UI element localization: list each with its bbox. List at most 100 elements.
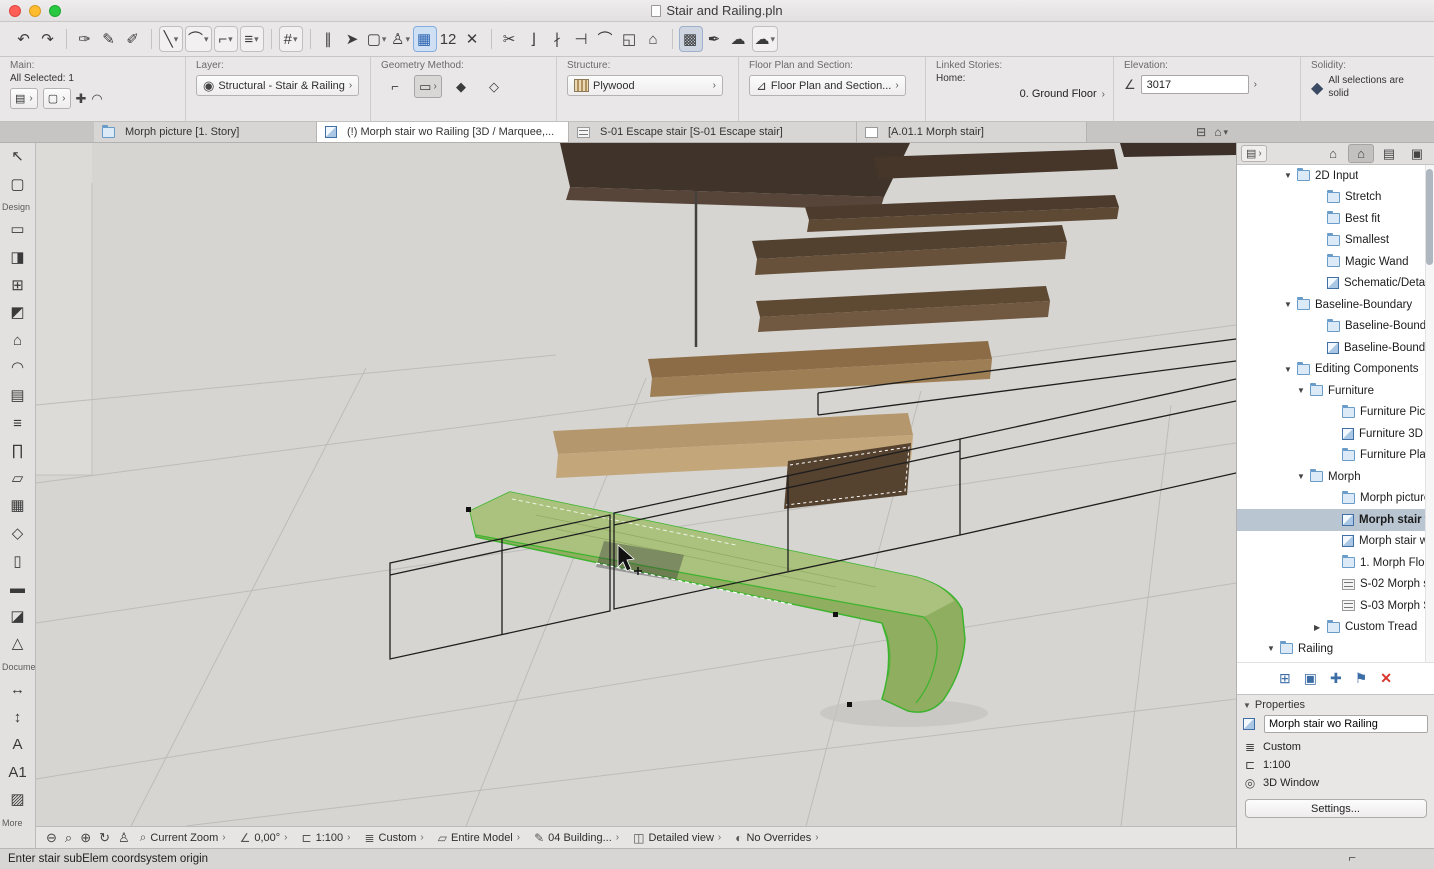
project-map-icon[interactable]: ⌂ (1320, 144, 1346, 163)
navigator-item[interactable]: Baseline-Bounda (1237, 316, 1434, 338)
curtain-wall-tool[interactable]: ▤ (0, 382, 35, 410)
navigator-item[interactable]: Magic Wand (1237, 251, 1434, 273)
layer-combo[interactable]: ◉ Structural - Stair & Railing › (196, 75, 360, 96)
guide-lines-icon[interactable]: ∥ (317, 26, 341, 52)
navigator-item[interactable]: Best fit (1237, 208, 1434, 230)
view-map-icon[interactable]: ⌂ (1348, 144, 1374, 163)
navigator-item[interactable]: Morph picture (1237, 488, 1434, 510)
3d-navigation-combo[interactable]: ♙ ▾ (389, 26, 413, 52)
expand-triangle-icon[interactable]: ▼ (1284, 300, 1297, 309)
split-icon[interactable]: ∤ (546, 26, 570, 52)
object-tool[interactable]: ◪ (0, 603, 35, 631)
navigator-scrollbar[interactable] (1425, 165, 1434, 662)
redo-icon[interactable]: ↷ (36, 26, 60, 52)
expand-triangle-icon[interactable]: ▼ (1297, 386, 1310, 395)
favorites-button[interactable]: ▢ › (42, 88, 71, 109)
wall-tool[interactable]: ▭ (0, 216, 35, 244)
navigator-item[interactable]: Morph stair w (1237, 509, 1434, 531)
status-layer-combination[interactable]: ≣ Custom › (364, 831, 423, 845)
cloud-upload-icon[interactable]: ☁ (727, 26, 751, 52)
zoom-reset-icon[interactable]: ⌕ (65, 830, 72, 846)
shell-tool[interactable]: ◠ (0, 354, 35, 382)
elevation-combo[interactable]: › (1254, 79, 1257, 90)
navigator-item[interactable]: ▶ Custom Tread (1237, 617, 1434, 639)
home-story-combo[interactable]: › (1102, 89, 1105, 100)
column-tool[interactable]: ▯ (0, 547, 35, 575)
cursor-snap-icon[interactable]: ➤ (341, 26, 365, 52)
navigator-item[interactable]: S-03 Morph Si (1237, 595, 1434, 617)
mesh-tool[interactable]: ▦ (0, 492, 35, 520)
curve-segment-combo[interactable]: ⌒ ▾ (185, 26, 212, 52)
skylight-tool[interactable]: ◩ (0, 299, 35, 327)
expand-triangle-icon[interactable]: ▼ (1284, 171, 1297, 180)
structure-combo[interactable]: Plywood › (567, 75, 723, 96)
drag-mode-icon[interactable]: ✚ (76, 91, 87, 107)
expand-triangle-icon[interactable]: ▼ (1297, 472, 1310, 481)
brush-icon[interactable]: ✒ (703, 26, 727, 52)
beam-tool[interactable]: ▬ (0, 575, 35, 603)
navigator-item[interactable]: ▼ Editing Components (1237, 359, 1434, 381)
new-folder-button[interactable]: ⊞ (1279, 670, 1291, 687)
view-tab[interactable]: [A.01.1 Morph stair] (857, 122, 1087, 142)
expand-triangle-icon[interactable]: ▼ (1267, 644, 1280, 653)
zoom-in-icon[interactable]: ⊕ (80, 830, 91, 846)
navigator-item[interactable]: ▼ Morph (1237, 466, 1434, 488)
view-tab[interactable]: Morph picture [1. Story] (94, 122, 317, 142)
status-scale[interactable]: ⊏ 1:100 › (302, 831, 351, 845)
3d-viewport[interactable] (35, 143, 1237, 827)
eyedropper-icon[interactable]: ✎ (97, 26, 121, 52)
clone-folder-button[interactable]: ▣ (1304, 670, 1317, 687)
label-tool[interactable]: A1 (0, 758, 35, 786)
home-navigator-button[interactable]: ⌂ ▾ (1214, 125, 1228, 139)
navigator-options-button[interactable]: ▤ › (1241, 145, 1267, 162)
scissors-icon[interactable]: ✂ (498, 26, 522, 52)
status-pen-set[interactable]: ✎ 04 Building... › (534, 831, 619, 845)
snap-points-combo[interactable]: ▢ ▾ (365, 26, 389, 52)
expand-triangle-icon[interactable]: ▶ (1314, 623, 1327, 632)
navigator-item[interactable]: Furniture 3D (1237, 423, 1434, 445)
zoom-out-icon[interactable]: ⊖ (46, 830, 57, 846)
revolved-method-button[interactable]: ◇ (480, 75, 508, 98)
select-arrow-tool[interactable]: ↖ (0, 143, 35, 171)
tree-view-button[interactable]: ⊟ (1196, 125, 1208, 139)
status-model-view[interactable]: ◫ Detailed view › (633, 831, 721, 845)
editing-plane-icon[interactable]: ▦ (412, 26, 437, 52)
navigator-item[interactable]: Stretch (1237, 187, 1434, 209)
save-view-button[interactable]: ✚ (1330, 670, 1342, 687)
suspend-groups-icon[interactable]: ✕ (461, 26, 485, 52)
element-name-field[interactable] (1264, 715, 1428, 733)
stair-tool[interactable]: ≡ (0, 409, 35, 437)
navigator-item[interactable]: Smallest (1237, 230, 1434, 252)
properties-header[interactable]: ▼ Properties (1243, 699, 1428, 711)
cloud-sync-combo[interactable]: ☁ ▾ (751, 26, 779, 52)
publisher-icon[interactable]: ▣ (1404, 144, 1430, 163)
explore-icon[interactable]: ♙ (118, 830, 130, 846)
door-tool[interactable]: ◨ (0, 244, 35, 272)
status-current-zoom[interactable]: ⌕ Current Zoom › (140, 830, 226, 845)
slab-tool[interactable]: ▱ (0, 465, 35, 493)
settings-button[interactable]: Settings... (1244, 799, 1427, 818)
floorplan-display-combo[interactable]: ⊿ Floor Plan and Section... › (749, 75, 906, 96)
trim-icon[interactable]: ⌋ (522, 26, 546, 52)
gravity-combo[interactable]: ≡ ▾ (239, 26, 264, 52)
marquee-transfer-icon[interactable]: ▩ (678, 26, 703, 52)
elevate-icon[interactable]: ⌂ (642, 26, 666, 52)
morph-tool[interactable]: △ (0, 630, 35, 658)
corner-method-button[interactable]: ⌐ (381, 75, 409, 98)
adjust-icon[interactable]: ⊣ (570, 26, 594, 52)
publish-flag-button[interactable]: ⚑ (1355, 670, 1368, 687)
navigator-item[interactable]: S-02 Morph se (1237, 574, 1434, 596)
status-partial-structure[interactable]: ▱ Entire Model › (438, 831, 520, 845)
fill-tool[interactable]: ▨ (0, 786, 35, 814)
navigator-item[interactable]: Schematic/Detaile (1237, 273, 1434, 295)
dimension-tool[interactable]: ↔ (0, 676, 35, 704)
elevation-field[interactable]: 3017 (1140, 75, 1249, 94)
navigator-item[interactable]: ▼ 2D Input (1237, 165, 1434, 187)
tracker-icon[interactable]: ⌐ (1348, 850, 1356, 865)
marquee-tool[interactable]: ▢ (0, 171, 35, 199)
status-overrides[interactable]: ◐ No Overrides › (735, 831, 818, 845)
delete-button[interactable]: ✕ (1380, 670, 1392, 687)
expand-triangle-icon[interactable]: ▼ (1284, 365, 1297, 374)
inject-parameters-icon[interactable]: ✐ (121, 26, 145, 52)
resize-icon[interactable]: ◱ (618, 26, 642, 52)
